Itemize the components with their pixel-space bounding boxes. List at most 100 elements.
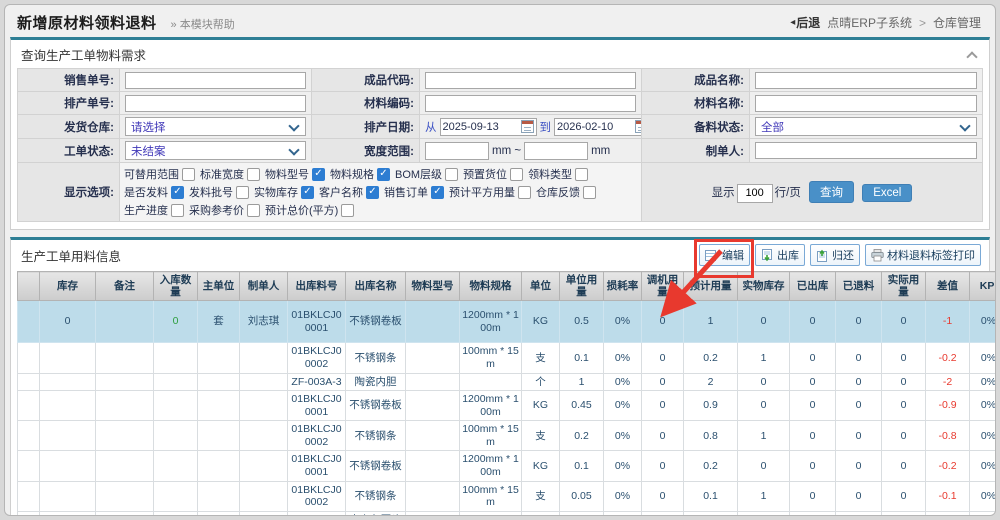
- table-cell: 0: [790, 391, 836, 421]
- product-name-label: 成品名称:: [642, 69, 750, 92]
- table-cell: 0: [836, 421, 882, 451]
- date-to-label: 到: [540, 119, 552, 135]
- breadcrumb-app[interactable]: 点晴ERP子系统: [827, 14, 912, 31]
- calendar-icon[interactable]: [635, 120, 642, 133]
- table-cell: 套: [198, 301, 240, 343]
- width-max-input[interactable]: [524, 142, 588, 160]
- table-cell: 支: [522, 343, 560, 373]
- product-code-input[interactable]: [425, 72, 636, 89]
- calendar-icon[interactable]: [521, 120, 534, 133]
- checkbox-unchecked[interactable]: [575, 168, 588, 181]
- table-row[interactable]: ZF-003A-3陶瓷内胆个10%020000-20%: [18, 373, 997, 391]
- table-cell: 不锈钢条: [346, 421, 406, 451]
- table-row[interactable]: 01BKLCJ00002不锈钢条100mm * 15m支0.20%00.8100…: [18, 421, 997, 451]
- table-cell: 0: [882, 343, 926, 373]
- sales-order-input[interactable]: [125, 72, 306, 89]
- outbound-button[interactable]: 出库: [755, 244, 805, 266]
- table-cell: [40, 343, 96, 373]
- print-return-label-button[interactable]: 材料退料标签打印: [865, 244, 981, 266]
- product-name-input[interactable]: [755, 72, 977, 89]
- display-option: 领料类型: [528, 166, 588, 182]
- table-row[interactable]: LSNA-M6x10内六角圆头螺丝0mm * 0m个80%0160000-160…: [18, 511, 997, 516]
- return-button[interactable]: 归还: [810, 244, 860, 266]
- order-status-select[interactable]: 未结案: [125, 141, 306, 160]
- table-cell: 0: [836, 301, 882, 343]
- width-min-input[interactable]: [425, 142, 489, 160]
- table-cell: 不锈钢卷板: [346, 301, 406, 343]
- table-cell: -0.1: [926, 481, 970, 511]
- table-cell: ZF-003A-3: [288, 373, 346, 391]
- table-cell: 0%: [604, 421, 642, 451]
- collapse-panel-icon[interactable]: [965, 50, 979, 60]
- table-row[interactable]: 01BKLCJ00002不锈钢条100mm * 15m支0.050%00.110…: [18, 481, 997, 511]
- table-cell: 0: [738, 373, 790, 391]
- breadcrumb-section[interactable]: 仓库管理: [933, 14, 981, 31]
- table-cell: 0%: [604, 301, 642, 343]
- table-cell: 0%: [970, 511, 997, 516]
- table-cell: [154, 511, 198, 516]
- table-cell: [198, 391, 240, 421]
- maker-input[interactable]: [755, 142, 977, 159]
- material-code-label: 材料编码:: [312, 92, 420, 115]
- date-from-input[interactable]: [443, 121, 519, 133]
- table-cell: 0.2: [684, 343, 738, 373]
- table-row[interactable]: 01BKLCJ00001不锈钢卷板1200mm * 100mKG0.10%00.…: [18, 451, 997, 481]
- materials-panel: 生产工单用料信息 编辑 出库 归还: [10, 237, 990, 516]
- table-cell: 0%: [970, 421, 997, 451]
- module-help-link[interactable]: » 本模块帮助: [171, 16, 235, 32]
- display-option: 客户名称✓: [319, 184, 379, 200]
- checkbox-unchecked[interactable]: [510, 168, 523, 181]
- checkbox-checked[interactable]: ✓: [312, 168, 325, 181]
- back-link[interactable]: ◂后退: [790, 14, 820, 31]
- checkbox-checked[interactable]: ✓: [377, 168, 390, 181]
- column-header: 单位: [522, 272, 560, 301]
- checkbox-unchecked[interactable]: [182, 168, 195, 181]
- table-cell: 0: [738, 511, 790, 516]
- table-row[interactable]: 00套刘志琪01BKLCJ00001不锈钢卷板1200mm * 100mKG0.…: [18, 301, 997, 343]
- table-cell: [154, 481, 198, 511]
- checkbox-checked[interactable]: ✓: [431, 186, 444, 199]
- table-cell: 0: [836, 511, 882, 516]
- checkbox-unchecked[interactable]: [236, 186, 249, 199]
- excel-button[interactable]: Excel: [862, 184, 912, 202]
- column-header: 损耗率: [604, 272, 642, 301]
- table-cell: [40, 391, 96, 421]
- table-row[interactable]: 01BKLCJ00001不锈钢卷板1200mm * 100mKG0.450%00…: [18, 391, 997, 421]
- table-row[interactable]: 01BKLCJ00002不锈钢条100mm * 15m支0.10%00.2100…: [18, 343, 997, 373]
- checkbox-checked[interactable]: ✓: [171, 186, 184, 199]
- rows-per-page-input[interactable]: [737, 184, 773, 203]
- checkbox-unchecked[interactable]: [583, 186, 596, 199]
- table-cell: 1200mm * 100m: [460, 451, 522, 481]
- query-button[interactable]: 查询: [809, 181, 854, 203]
- checkbox-unchecked[interactable]: [341, 204, 354, 217]
- table-cell: KG: [522, 391, 560, 421]
- checkbox-unchecked[interactable]: [445, 168, 458, 181]
- plan-order-input[interactable]: [125, 95, 306, 112]
- checkbox-unchecked[interactable]: [247, 204, 260, 217]
- checkbox-unchecked[interactable]: [518, 186, 531, 199]
- table-cell: 支: [522, 421, 560, 451]
- table-cell: [198, 511, 240, 516]
- material-name-input[interactable]: [755, 95, 977, 112]
- checkbox-checked[interactable]: ✓: [366, 186, 379, 199]
- table-cell: 0: [836, 481, 882, 511]
- checkbox-unchecked[interactable]: [171, 204, 184, 217]
- table-cell: [40, 421, 96, 451]
- checkbox-checked[interactable]: ✓: [301, 186, 314, 199]
- table-cell: 0.1: [560, 451, 604, 481]
- table-cell: [96, 343, 154, 373]
- table-cell: [154, 373, 198, 391]
- prep-status-select[interactable]: 全部: [755, 117, 977, 136]
- warehouse-select[interactable]: 请选择: [125, 117, 306, 136]
- table-cell: [198, 421, 240, 451]
- display-option-label: 可替用范围: [124, 166, 179, 182]
- table-cell: 0%: [970, 481, 997, 511]
- row-selector-cell: [18, 451, 40, 481]
- date-to-input[interactable]: [557, 121, 633, 133]
- edit-button[interactable]: 编辑: [699, 244, 750, 266]
- table-cell: KG: [522, 301, 560, 343]
- checkbox-unchecked[interactable]: [247, 168, 260, 181]
- table-cell: 0: [790, 373, 836, 391]
- material-code-input[interactable]: [425, 95, 636, 112]
- table-cell: 不锈钢卷板: [346, 451, 406, 481]
